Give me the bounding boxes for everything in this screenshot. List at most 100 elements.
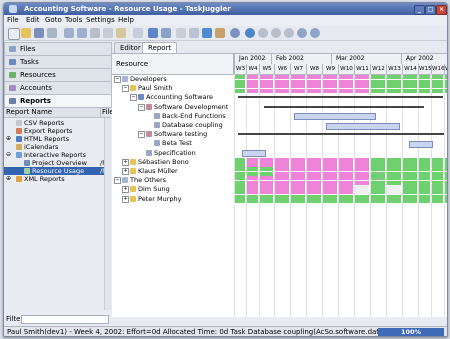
zoom-fit-icon[interactable] [245,28,255,38]
overload-cell[interactable] [355,171,369,176]
collapse-icon[interactable]: ⊖ [6,151,11,159]
task-bar[interactable] [409,140,433,148]
zoom-in-icon[interactable] [297,28,307,38]
load-cell[interactable] [275,194,289,199]
load-cell[interactable] [371,157,385,162]
overload-cell[interactable] [323,162,337,167]
overload-cell[interactable] [260,190,273,195]
resource-row[interactable]: − Paul Smith [112,84,233,93]
load-cell[interactable] [323,194,337,199]
container-task-bar[interactable] [238,96,443,99]
resource-column-header[interactable]: Resource [112,54,234,75]
overload-cell[interactable] [339,176,353,181]
load-cell[interactable] [419,84,430,89]
load-cell[interactable] [387,157,401,162]
load-cell[interactable] [432,167,443,172]
load-cell[interactable] [432,190,443,195]
load-cell[interactable] [247,199,258,204]
overload-cell[interactable] [247,185,258,190]
load-cell[interactable] [387,79,401,84]
overload-cell[interactable] [339,88,353,93]
load-cell[interactable] [419,180,430,185]
overload-cell[interactable] [275,84,289,89]
load-cell[interactable] [235,171,245,176]
schedule-icon[interactable] [202,28,212,38]
overload-cell[interactable] [260,88,273,93]
overload-cell[interactable] [307,185,321,190]
load-cell[interactable] [275,199,289,204]
load-cell[interactable] [371,79,385,84]
home-icon[interactable] [284,28,294,38]
overload-cell[interactable] [275,167,289,172]
overload-cell[interactable] [260,180,273,185]
report-item-export[interactable]: Export Reports [4,127,111,135]
load-cell[interactable] [235,167,245,172]
collapse-icon[interactable]: − [138,103,145,111]
menu-file[interactable]: File [7,15,19,26]
load-cell[interactable] [291,199,305,204]
overload-cell[interactable] [247,79,258,84]
overload-cell[interactable] [323,185,337,190]
load-cell[interactable] [260,199,273,204]
overload-cell[interactable] [339,167,353,172]
load-cell[interactable] [445,167,447,172]
overload-cell[interactable] [339,190,353,195]
reports-icon[interactable] [176,28,186,38]
filter-input[interactable] [21,315,109,324]
overload-cell[interactable] [291,190,305,195]
overload-cell[interactable] [291,180,305,185]
reports-scrollbar[interactable] [104,118,111,310]
load-cell[interactable] [445,194,447,199]
overload-cell[interactable] [275,171,289,176]
load-cell[interactable] [432,79,443,84]
load-cell[interactable] [387,84,401,89]
collapse-icon[interactable]: − [114,177,121,185]
overload-cell[interactable] [323,180,337,185]
resource-row[interactable]: − Developers [112,75,233,83]
task-bar[interactable] [326,122,400,130]
overload-cell[interactable] [275,185,289,190]
clock-icon[interactable] [230,28,240,38]
overload-cell[interactable] [275,79,289,84]
load-cell[interactable] [371,180,385,185]
load-cell[interactable] [419,171,430,176]
overload-cell[interactable] [323,167,337,172]
load-cell[interactable] [307,199,321,204]
load-cell[interactable] [260,171,273,176]
load-cell[interactable] [355,199,369,204]
load-cell[interactable] [247,167,258,172]
overload-cell[interactable] [260,176,273,181]
load-cell[interactable] [371,194,385,199]
free-cell[interactable] [387,185,401,190]
load-cell[interactable] [235,185,245,190]
report-item-html[interactable]: ⊕ HTML Reports [4,135,111,143]
load-cell[interactable] [403,185,417,190]
resource-row[interactable]: Specification [112,149,233,157]
save-as-icon[interactable] [47,28,57,38]
nav-tasks[interactable]: Tasks [4,55,112,69]
load-cell[interactable] [432,88,443,93]
report-item-project-overview[interactable]: Project Overview /ho [4,159,111,167]
load-cell[interactable] [307,194,321,199]
overload-cell[interactable] [323,79,337,84]
load-cell[interactable] [419,176,430,181]
load-cell[interactable] [445,162,447,167]
overload-cell[interactable] [323,171,337,176]
paste-icon[interactable] [116,28,126,38]
load-cell[interactable] [432,171,443,176]
menu-goto[interactable]: Goto [45,15,62,26]
load-cell[interactable] [387,171,401,176]
overload-cell[interactable] [291,167,305,172]
overload-cell[interactable] [323,88,337,93]
save-icon[interactable] [34,28,44,38]
load-cell[interactable] [432,176,443,181]
load-cell[interactable] [432,84,443,89]
free-cell[interactable] [355,190,369,195]
expand-icon[interactable]: + [122,158,129,166]
report-item-xml[interactable]: ⊕ XML Reports [4,175,111,183]
load-cell[interactable] [387,194,401,199]
load-cell[interactable] [235,79,245,84]
expand-icon[interactable]: ⊕ [6,175,11,183]
load-cell[interactable] [371,84,385,89]
overload-cell[interactable] [307,162,321,167]
